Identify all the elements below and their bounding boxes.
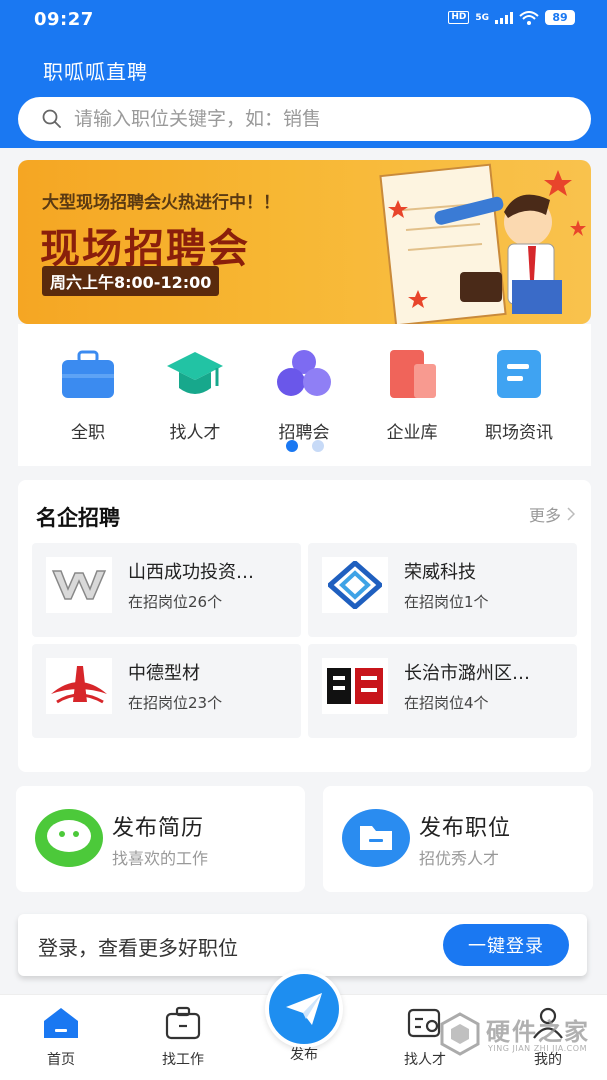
graduation-cap-icon (167, 352, 223, 394)
wifi-icon (519, 10, 539, 25)
more-link[interactable]: 更多 (529, 502, 575, 526)
watermark: 硬件之家 YING JIAN ZHI JIA.COM (440, 1010, 600, 1066)
login-prompt: 登录，查看更多好职位 一键登录 (18, 914, 587, 976)
section-title: 名企招聘 (36, 506, 120, 530)
paper-plane-icon (286, 993, 322, 1025)
banner-subtitle: 大型现场招聘会火热进行中！！ (42, 193, 280, 213)
enterprise-job-count: 在招岗位26个 (128, 593, 223, 611)
enterprise-job-count: 在招岗位23个 (128, 694, 223, 712)
red-swoosh-logo (46, 658, 112, 714)
cartoon-man-illustration (379, 163, 586, 324)
enterprise-job-count: 在招岗位4个 (404, 694, 489, 712)
card-title: 发布职位 (419, 816, 512, 841)
tab-find-job[interactable]: 找工作 (138, 1005, 228, 1069)
card-subtitle: 找喜欢的工作 (112, 849, 209, 868)
watermark-subtext: YING JIAN ZHI JIA.COM (488, 1044, 587, 1053)
briefcase-outline-icon (165, 1006, 201, 1040)
enterprise-item[interactable]: 中德型材 在招岗位23个 (32, 644, 301, 738)
more-label: 更多 (528, 506, 561, 525)
post-resume-card[interactable]: 发布简历 找喜欢的工作 (16, 786, 305, 892)
category-label: 全职 (71, 423, 105, 443)
category-label: 职场资讯 (485, 423, 553, 443)
promo-banner[interactable]: 大型现场招聘会火热进行中！！ 现场招聘会 周六上午8:00-12:00 (18, 160, 591, 324)
card-subtitle: 招优秀人才 (419, 849, 500, 868)
diamond-logo (322, 557, 388, 613)
enterprise-name: 中德型材 (128, 663, 200, 684)
smiley-chat-icon (35, 809, 103, 867)
enterprise-name: 长治市潞州区… (404, 663, 530, 684)
enterprise-item[interactable]: 山西成功投资… 在招岗位26个 (32, 543, 301, 637)
category-label: 找人才 (169, 423, 221, 443)
wuling-logo (46, 557, 112, 613)
signal-icon (495, 11, 513, 24)
search-icon (42, 109, 61, 128)
chevron-right-icon (567, 507, 575, 521)
post-job-card[interactable]: 发布职位 招优秀人才 (323, 786, 593, 892)
network-label: 5G (475, 12, 489, 23)
hexagon-logo-icon (440, 1012, 480, 1056)
enterprise-name: 荣威科技 (404, 562, 476, 583)
enterprise-job-count: 在招岗位1个 (404, 593, 489, 611)
status-icons: HD 5G 89 (448, 10, 575, 25)
tab-label: 发布 (290, 1047, 318, 1063)
category-full-time[interactable]: 全职 (33, 348, 143, 443)
tab-label: 首页 (47, 1052, 75, 1068)
one-click-login-button[interactable]: 一键登录 (443, 924, 569, 966)
group-icon (277, 350, 331, 396)
category-job-fair[interactable]: 招聘会 (249, 348, 359, 443)
publish-button[interactable] (265, 970, 343, 1048)
enterprise-name: 山西成功投资… (128, 562, 254, 583)
category-card: 全职 找人才 招聘会 企业库 职场资讯 (18, 324, 591, 466)
enterprise-item[interactable]: 荣威科技 在招岗位1个 (308, 543, 577, 637)
zhaopin-logo (322, 658, 388, 714)
card-title: 发布简历 (112, 816, 205, 841)
category-find-talent[interactable]: 找人才 (140, 348, 250, 443)
app-title: 职呱呱直聘 (43, 60, 148, 84)
enterprise-item[interactable]: 长治市潞州区… 在招岗位4个 (308, 644, 577, 738)
carousel-dot-active[interactable] (286, 440, 298, 452)
id-card-search-icon (407, 1008, 441, 1038)
battery-icon: 89 (545, 10, 575, 25)
tab-home[interactable]: 首页 (16, 1005, 106, 1069)
carousel-dot[interactable] (312, 440, 324, 452)
category-company-library[interactable]: 企业库 (357, 348, 467, 443)
status-bar: 09:27 HD 5G 89 (0, 0, 607, 40)
carousel-dots (286, 440, 324, 452)
hd-badge: HD (448, 11, 470, 24)
banner-time: 周六上午8:00-12:00 (42, 266, 220, 296)
status-time: 09:27 (34, 9, 94, 30)
category-label: 企业库 (386, 423, 438, 443)
search-input[interactable] (74, 108, 554, 130)
folder-icon (342, 809, 410, 867)
home-icon (44, 1008, 78, 1038)
search-bar[interactable] (18, 97, 591, 141)
login-prompt-text: 登录，查看更多好职位 (38, 936, 238, 960)
enterprise-section: 名企招聘 更多 山西成功投资… 在招岗位26个 荣威科技 在招岗位1个 中德型材… (18, 480, 591, 772)
watermark-text: 硬件之家 (486, 1018, 590, 1046)
briefcase-icon (62, 350, 114, 398)
header: 09:27 HD 5G 89 职呱呱直聘 (0, 0, 607, 148)
tab-label: 找工作 (162, 1052, 204, 1068)
news-icon (497, 350, 541, 398)
building-icon (390, 350, 436, 398)
category-career-news[interactable]: 职场资讯 (464, 348, 574, 443)
